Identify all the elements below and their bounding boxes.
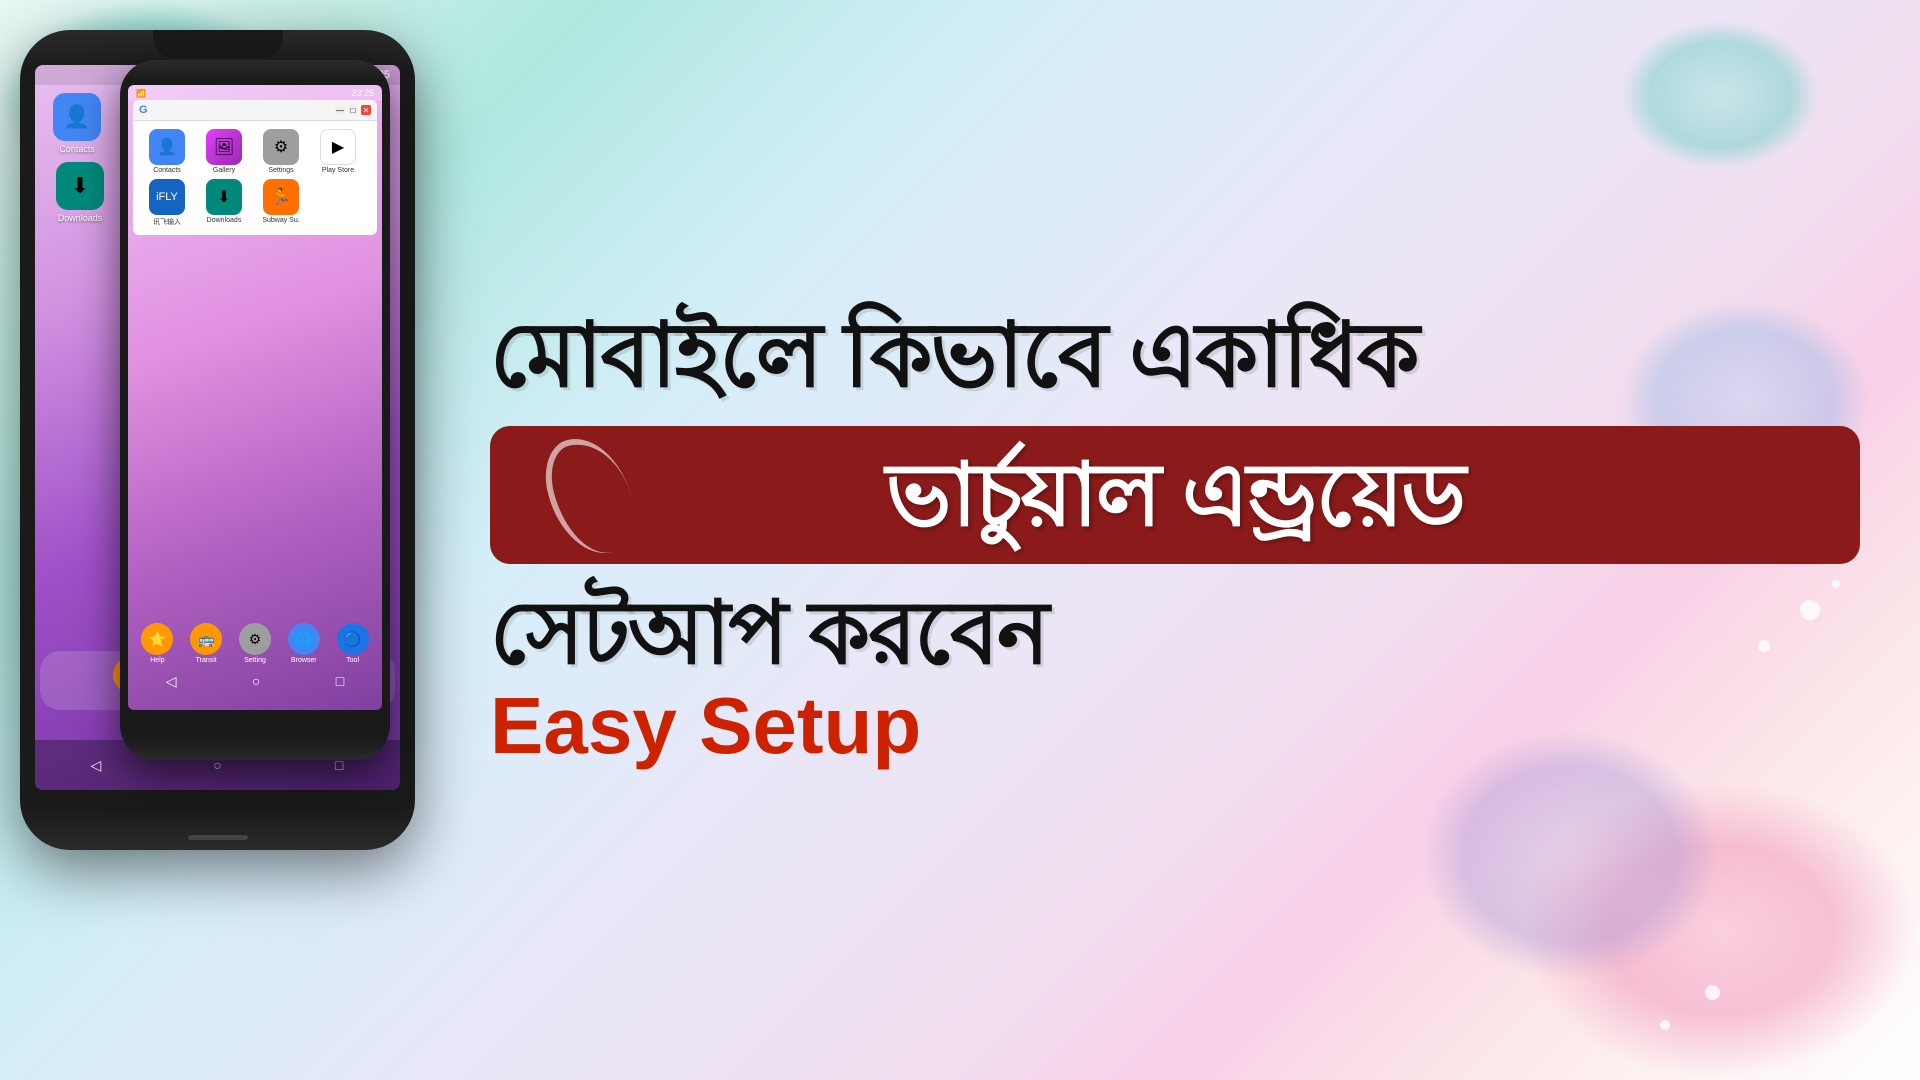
ov-tool-icon: 🔵 (337, 623, 369, 655)
contacts-icon: 👤 (53, 93, 101, 141)
ov-nav-recents: □ (336, 673, 344, 690)
overlay-status-bar: 📶 23:25 (128, 85, 382, 101)
phone-overlay-screen: 📶 23:25 G — □ ✕ 👤 Contacts (128, 85, 382, 710)
phone-home-indicator (188, 835, 248, 840)
downloads-main-label: Downloads (58, 213, 103, 223)
brush-stroke-decoration (536, 427, 644, 563)
fg-gallery-icon: 🖼 (206, 129, 242, 165)
ov-nav-home: ○ (252, 673, 260, 690)
overlay-nav: ◁ ○ □ (128, 673, 382, 690)
ov-dock-browser: 🌐 Browser (288, 623, 320, 664)
ov-help-label: Help (150, 657, 164, 664)
ov-dock-setting: ⚙ Setting (239, 623, 271, 664)
window-controls: — □ ✕ (335, 105, 371, 115)
overlay-dock: ⭐ Help 🚌 Transit ⚙ Setting 🌐 Browser (128, 618, 382, 669)
ov-tool-label: Tool (346, 657, 359, 664)
phone-notch (153, 30, 283, 58)
fg-downloads-label: Downloads (207, 217, 242, 224)
banner-text: ভার্চুয়াল এন্ড্রয়েড (530, 451, 1820, 539)
fg-subway-icon: 🏃 (263, 179, 299, 215)
window-close[interactable]: ✕ (361, 105, 371, 115)
downloads-main-icon: ⬇ (56, 162, 104, 210)
fg-ifly-label: 讯飞输入 (153, 217, 181, 227)
fg-ifly-icon: iFLY (149, 179, 185, 215)
ov-transit-icon: 🚌 (190, 623, 222, 655)
phone-overlay: 📶 23:25 G — □ ✕ 👤 Contacts (120, 60, 390, 760)
ov-transit-label: Transit (196, 657, 217, 664)
ov-browser-icon: 🌐 (288, 623, 320, 655)
ov-nav-back: ◁ (166, 673, 177, 690)
fg-app-subway: 🏃 Subway Su. (255, 179, 307, 227)
fg-app-downloads: ⬇ Downloads (198, 179, 250, 227)
fg-playstore-label: Play Store (322, 167, 354, 174)
fg-contacts-icon: 👤 (149, 129, 185, 165)
ov-dock-tool: 🔵 Tool (337, 623, 369, 664)
title-line3: সেটআপ করবেন (490, 589, 1860, 677)
overlay-app-grid: 👤 Contacts 🖼 Gallery ⚙ Settings ▶ Play S… (133, 121, 377, 235)
nav-back: ◁ (86, 755, 106, 775)
fg-settings-label: Settings (268, 167, 293, 174)
contacts-label: Contacts (59, 144, 95, 154)
fg-app-ifly: iFLY 讯飞输入 (141, 179, 193, 227)
fg-playstore-icon: ▶ (320, 129, 356, 165)
overlay-window: G — □ ✕ 👤 Contacts 🖼 Gallery (133, 100, 377, 235)
content-right: মোবাইলে কিভাবে একাধিক ভার্চুয়াল এন্ড্রয… (450, 0, 1920, 1080)
fg-contacts-label: Contacts (153, 167, 181, 174)
phone-container: 23:25 👤 Contacts 📞 Phone ⚙ Settings G (20, 0, 440, 1080)
fg-settings-icon: ⚙ (263, 129, 299, 165)
title-line4: Easy Setup (490, 682, 1860, 770)
fg-app-playstore: ▶ Play Store (312, 129, 364, 174)
overlay-status-time: 23:25 (351, 88, 374, 98)
fg-app-gallery: 🖼 Gallery (198, 129, 250, 174)
fg-downloads-icon: ⬇ (206, 179, 242, 215)
ov-setting-icon: ⚙ (239, 623, 271, 655)
fg-gallery-label: Gallery (213, 167, 235, 174)
fg-app-contacts: 👤 Contacts (141, 129, 193, 174)
fg-subway-label: Subway Su. (262, 217, 299, 224)
ov-help-icon: ⭐ (141, 623, 173, 655)
ov-browser-label: Browser (291, 657, 317, 664)
red-banner: ভার্চুয়াল এন্ড্রয়েড (490, 426, 1860, 564)
ov-dock-transit: 🚌 Transit (190, 623, 222, 664)
fg-app-settings: ⚙ Settings (255, 129, 307, 174)
ov-dock-help: ⭐ Help (141, 623, 173, 664)
title-line1: মোবাইলে কিভাবে একাধিক (490, 311, 1860, 401)
window-titlebar: G — □ ✕ (133, 100, 377, 121)
window-title: G (139, 104, 148, 116)
ov-setting-label: Setting (244, 657, 266, 664)
overlay-bottom: ⭐ Help 🚌 Transit ⚙ Setting 🌐 Browser (128, 618, 382, 690)
window-minimize[interactable]: — (335, 105, 345, 115)
app-downloads-main: ⬇ Downloads (45, 162, 115, 223)
window-maximize[interactable]: □ (348, 105, 358, 115)
app-contacts: 👤 Contacts (45, 93, 109, 154)
